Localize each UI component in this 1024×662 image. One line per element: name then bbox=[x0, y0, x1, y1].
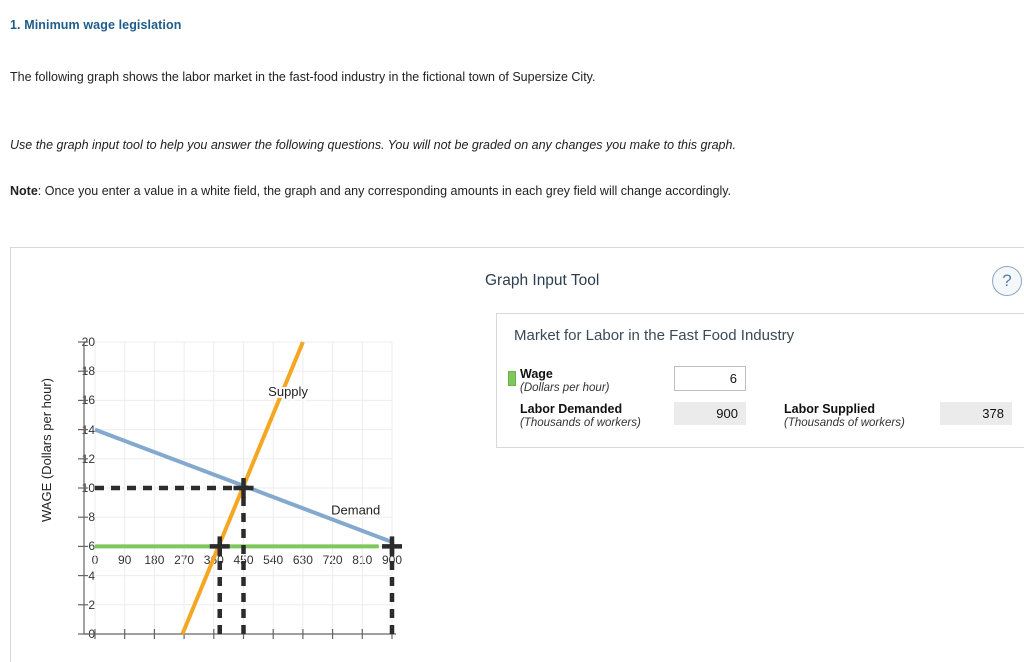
series-label-demand: Demand bbox=[331, 502, 380, 517]
wage-units: (Dollars per hour) bbox=[520, 382, 610, 394]
labor-supplied-units: (Thousands of workers) bbox=[784, 417, 905, 429]
intro-paragraph: The following graph shows the labor mark… bbox=[10, 70, 596, 84]
wage-input[interactable]: 6 bbox=[674, 366, 746, 391]
y-axis-ticks: 0 2 4 6 8 10 12 14 16 18 20 bbox=[57, 248, 95, 662]
graph-panel: WAGE (Dollars per hour) 0 2 4 6 8 10 12 14 16 18 2… bbox=[10, 247, 1024, 662]
note-text: : Once you enter a value in a white fiel… bbox=[37, 184, 732, 198]
graph-tool-instruction: Use the graph input tool to help you ans… bbox=[10, 137, 736, 152]
y-axis-label: WAGE (Dollars per hour) bbox=[39, 378, 54, 522]
labor-demanded-value: 900 bbox=[674, 402, 746, 425]
market-title: Market for Labor in the Fast Food Indust… bbox=[514, 327, 795, 344]
graph-input-tool: Graph Input Tool ? Market for Labor in t… bbox=[485, 248, 1024, 662]
labor-supplied-label: Labor Supplied bbox=[784, 402, 875, 416]
wage-label: Wage bbox=[520, 367, 553, 381]
graph-input-tool-title: Graph Input Tool bbox=[485, 272, 600, 289]
labor-demanded-units: (Thousands of workers) bbox=[520, 417, 641, 429]
note-label: Note bbox=[10, 184, 38, 198]
market-input-box: Market for Labor in the Fast Food Indust… bbox=[496, 313, 1024, 448]
plot-area: Supply Demand bbox=[78, 341, 402, 639]
note-paragraph: Note: Once you enter a value in a white … bbox=[10, 154, 1014, 201]
question-intro: 1. Minimum wage legislation The followin… bbox=[0, 0, 1024, 201]
marker-equilibrium bbox=[233, 478, 254, 498]
wage-color-swatch bbox=[508, 371, 516, 386]
labor-market-chart: WAGE (Dollars per hour) 0 2 4 6 8 10 12 14 16 18 2… bbox=[11, 248, 471, 662]
series-label-supply: Supply bbox=[268, 384, 308, 399]
page-title: 1. Minimum wage legislation bbox=[10, 18, 182, 32]
labor-supplied-value: 378 bbox=[940, 402, 1012, 425]
marker-supply-at-wage bbox=[209, 536, 230, 557]
help-icon[interactable]: ? bbox=[992, 266, 1022, 296]
labor-demanded-label: Labor Demanded bbox=[520, 402, 623, 416]
